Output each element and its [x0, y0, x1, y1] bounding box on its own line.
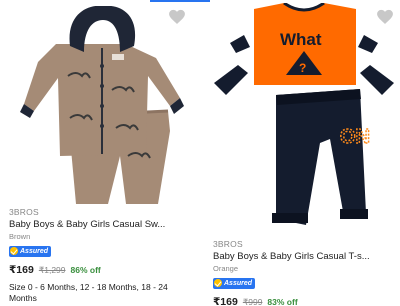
price-row: ₹169 ₹1,299 86% off: [9, 264, 194, 277]
product-image[interactable]: [8, 6, 188, 206]
assured-label: Assured: [224, 279, 253, 287]
selling-price: ₹169: [9, 264, 34, 276]
size-options: Size 0 - 6 Months, 12 - 18 Months, 18 - …: [9, 282, 168, 303]
original-price: ₹1,299: [38, 265, 66, 275]
product-brand: 3BROS: [213, 239, 243, 249]
selling-price: ₹169: [213, 296, 238, 306]
product-brand: 3BROS: [9, 207, 39, 217]
original-price: ₹999: [242, 297, 263, 306]
pants-print: ON: [340, 126, 370, 148]
product-info: 3BROS Baby Boys & Baby Girls Casual T-s.…: [213, 239, 398, 306]
discount-label: 83% off: [267, 297, 298, 306]
shirt-print: What: [280, 30, 322, 49]
product-color: Brown: [9, 232, 31, 241]
price-row: ₹169 ₹999 83% off: [213, 296, 398, 306]
product-card[interactable]: ON What ? 3BROS Baby Boys & Baby Girls C…: [205, 0, 400, 306]
checkmark-badge-icon: [214, 279, 222, 287]
heart-icon[interactable]: [375, 7, 395, 27]
product-title[interactable]: Baby Boys & Baby Girls Casual Sw...: [9, 218, 194, 232]
product-card[interactable]: 3BROS Baby Boys & Baby Girls Casual Sw..…: [0, 0, 200, 306]
heart-icon[interactable]: [167, 7, 187, 27]
assured-badge: Assured: [9, 245, 52, 257]
svg-text:?: ?: [299, 61, 306, 75]
product-grid: 3BROS Baby Boys & Baby Girls Casual Sw..…: [0, 0, 400, 306]
assured-badge: Assured: [213, 277, 256, 289]
product-image[interactable]: ON What ?: [210, 3, 400, 233]
assured-label: Assured: [20, 247, 49, 255]
discount-label: 86% off: [70, 265, 101, 275]
product-color: Orange: [213, 264, 239, 273]
product-title[interactable]: Baby Boys & Baby Girls Casual T-s...: [213, 250, 398, 264]
product-info: 3BROS Baby Boys & Baby Girls Casual Sw..…: [9, 207, 194, 304]
checkmark-badge-icon: [10, 247, 18, 255]
